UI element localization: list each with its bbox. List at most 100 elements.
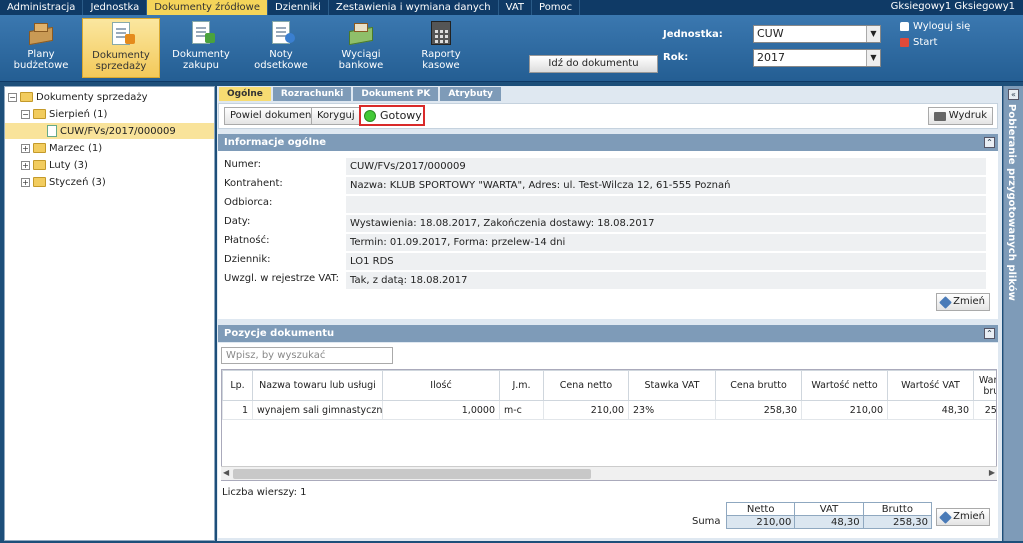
- tree-month-styczen[interactable]: + Styczeń (3): [21, 174, 106, 190]
- chevron-down-icon[interactable]: ▼: [866, 26, 880, 42]
- table-row[interactable]: 1 wynajem sali gimnastycznej 1,0000 m-c …: [222, 400, 996, 420]
- col-header[interactable]: Wartość netto: [801, 370, 888, 401]
- info-label: Dziennik:: [224, 254, 271, 265]
- edit-label: Zmień: [953, 296, 985, 307]
- tab-atrybuty[interactable]: Atrybuty: [440, 87, 501, 101]
- ribbon-raporty-kasowe[interactable]: Raporty kasowe: [408, 18, 474, 78]
- info-label: Uwzgl. w rejestrze VAT:: [224, 273, 340, 284]
- unit-select[interactable]: CUW ▼: [753, 25, 881, 43]
- search-input[interactable]: Wpisz, by wyszukać: [221, 347, 393, 364]
- collapse-icon[interactable]: −: [21, 109, 30, 119]
- info-row: Uwzgl. w rejestrze VAT: Tak, z datą: 18.…: [218, 271, 998, 290]
- tree-month-marzec[interactable]: + Marzec (1): [21, 140, 102, 156]
- ribbon-label: Noty: [269, 49, 293, 60]
- print-button[interactable]: Wydruk: [927, 107, 993, 125]
- expand-icon[interactable]: +: [21, 143, 30, 153]
- folder-icon: [20, 92, 33, 102]
- positions-header: Pozycje dokumentu ⌃: [218, 325, 998, 342]
- sum-value: 48,30: [794, 515, 864, 529]
- col-header[interactable]: Cena netto: [543, 370, 629, 401]
- sum-table: Netto VAT Brutto 210,00 48,30 258,30: [725, 502, 933, 529]
- cell: 258,30: [973, 400, 996, 420]
- year-label: Rok:: [663, 52, 689, 63]
- collapse-up-icon[interactable]: ⌃: [984, 137, 995, 148]
- col-header[interactable]: Lp.: [222, 370, 253, 401]
- ribbon: Plany budżetowe Dokumenty sprzedaży Doku…: [0, 15, 1023, 82]
- tab-dokument-pk[interactable]: Dokument PK: [353, 87, 439, 101]
- ribbon-wyciagi-bankowe[interactable]: Wyciągi bankowe: [328, 18, 394, 78]
- correct-button[interactable]: Koryguj: [311, 107, 361, 125]
- horizontal-scrollbar[interactable]: ◀ ▶: [221, 466, 997, 480]
- sum-label: Suma: [692, 516, 721, 527]
- col-header[interactable]: Nazwa towaru lub usługi: [252, 370, 383, 401]
- scroll-left-icon[interactable]: ◀: [223, 468, 229, 477]
- ribbon-label: Dokumenty: [92, 50, 150, 61]
- expand-icon[interactable]: +: [21, 160, 30, 170]
- start-link[interactable]: Start: [900, 37, 937, 48]
- expand-icon[interactable]: +: [21, 177, 30, 187]
- tree-document[interactable]: CUW/FVs/2017/000009: [5, 123, 214, 139]
- tree-month-luty[interactable]: + Luty (3): [21, 157, 88, 173]
- expand-panel-icon[interactable]: «: [1008, 89, 1019, 100]
- logout-link[interactable]: Wyloguj się: [900, 21, 970, 32]
- ribbon-plany-budzetowe[interactable]: Plany budżetowe: [8, 18, 74, 78]
- sum-value: 210,00: [725, 515, 796, 529]
- goto-document-button[interactable]: Idź do dokumentu: [529, 55, 658, 73]
- info-value: CUW/FVs/2017/000009: [346, 158, 986, 175]
- positions-grid: Lp. Nazwa towaru lub usługi Ilość J.m. C…: [221, 369, 997, 481]
- menu-dzienniki[interactable]: Dzienniki: [268, 0, 329, 15]
- status-badge: Gotowy: [359, 105, 425, 126]
- info-section: Numer: CUW/FVs/2017/000009 Kontrahent: N…: [218, 151, 998, 319]
- menu-jednostka[interactable]: Jednostka: [83, 0, 148, 15]
- col-header[interactable]: Cena brutto: [715, 370, 802, 401]
- copy-document-button[interactable]: Powiel dokument: [224, 107, 322, 125]
- sum-header: VAT: [794, 502, 864, 516]
- chevron-down-icon[interactable]: ▼: [866, 50, 880, 66]
- col-header[interactable]: Stawka VAT: [628, 370, 716, 401]
- col-header[interactable]: Wartość VAT: [887, 370, 974, 401]
- menu-dokumenty-zrodlowe[interactable]: Dokumenty źródłowe: [147, 0, 269, 15]
- folder-icon: [33, 177, 46, 187]
- user-name: Gksiegowy1 Gksiegowy1: [890, 1, 1015, 12]
- tree-root[interactable]: − Dokumenty sprzedaży: [8, 89, 148, 105]
- year-select[interactable]: 2017 ▼: [753, 49, 881, 67]
- document-icon: [47, 125, 57, 137]
- ribbon-label: zakupu: [183, 60, 219, 71]
- tab-ogolne[interactable]: Ogólne: [219, 87, 271, 101]
- edit-info-button[interactable]: Zmień: [936, 293, 990, 311]
- scroll-thumb[interactable]: [233, 469, 591, 479]
- ribbon-label: kasowe: [422, 60, 460, 71]
- tree-document-label: CUW/FVs/2017/000009: [60, 125, 176, 137]
- document-toolbar: Powiel dokument Koryguj Gotowy Wydruk: [218, 103, 998, 129]
- unit-value: CUW: [757, 27, 784, 40]
- collapse-up-icon[interactable]: ⌃: [984, 328, 995, 339]
- edit-positions-button[interactable]: Zmień: [936, 508, 990, 526]
- info-label: Numer:: [224, 159, 262, 170]
- pencil-icon: [939, 295, 952, 309]
- info-label: Odbiorca:: [224, 197, 273, 208]
- collapse-icon[interactable]: −: [8, 92, 17, 102]
- sales-document-icon: [107, 22, 135, 46]
- ribbon-label: odsetkowe: [254, 60, 308, 71]
- lock-icon: [900, 22, 909, 31]
- col-header[interactable]: Ilość: [382, 370, 500, 401]
- ribbon-dokumenty-zakupu[interactable]: Dokumenty zakupu: [168, 18, 234, 78]
- document-panel: Ogólne Rozrachunki Dokument PK Atrybuty …: [217, 86, 1002, 541]
- grid-header-row: Lp. Nazwa towaru lub usługi Ilość J.m. C…: [222, 370, 996, 401]
- menu-administracja[interactable]: Administracja: [0, 0, 84, 15]
- col-header[interactable]: J.m.: [499, 370, 544, 401]
- ribbon-dokumenty-sprzedazy[interactable]: Dokumenty sprzedaży: [82, 18, 160, 78]
- tree-month-sierpien[interactable]: − Sierpień (1): [21, 106, 107, 122]
- files-side-panel[interactable]: « Pobieranie przygotowanych plików: [1003, 86, 1023, 541]
- tab-rozrachunki[interactable]: Rozrachunki: [272, 87, 352, 101]
- ribbon-noty-odsetkowe[interactable]: Noty odsetkowe: [248, 18, 314, 78]
- folder-icon: [33, 160, 46, 170]
- scroll-right-icon[interactable]: ▶: [989, 468, 995, 477]
- menu-zestawienia[interactable]: Zestawienia i wymiana danych: [329, 0, 499, 15]
- cash-report-icon: [427, 21, 455, 45]
- col-header[interactable]: Wartość brutto: [973, 370, 996, 401]
- menu-vat[interactable]: VAT: [499, 0, 533, 15]
- ribbon-label: budżetowe: [13, 60, 69, 71]
- printer-icon: [933, 111, 946, 121]
- menu-pomoc[interactable]: Pomoc: [532, 0, 581, 15]
